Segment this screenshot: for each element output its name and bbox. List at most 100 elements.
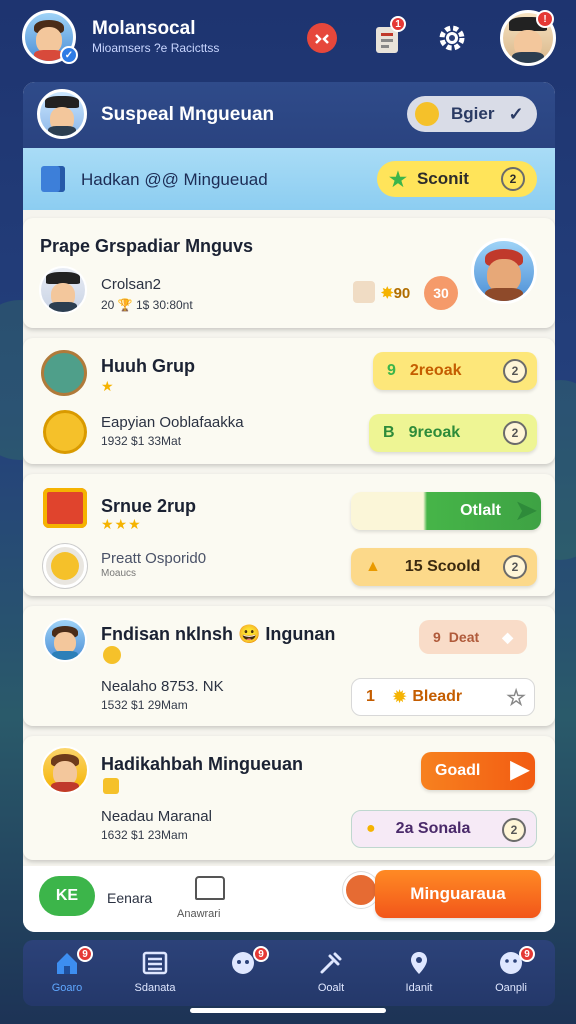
- feature-user-avatar[interactable]: [39, 266, 87, 314]
- group-action-secondary-prefix: B: [383, 424, 395, 441]
- group-action-primary-prefix: 9: [387, 362, 396, 379]
- info-row-pill-label: Sconit: [416, 169, 469, 188]
- group-avatar[interactable]: [43, 618, 87, 662]
- trophy-icon: [353, 281, 375, 303]
- group-action-secondary-label: 9reoak: [408, 424, 461, 441]
- group-card[interactable]: Hadikahbah Mingueuan Neadau Maranal 1632…: [23, 736, 555, 860]
- notification-badge: 1: [390, 16, 406, 32]
- group-action-primary-label: Goadl: [435, 762, 481, 779]
- group-sub-title: Preatt Osporid0: [101, 550, 207, 567]
- emoji-icon: [43, 544, 87, 588]
- group-title: Huuh Grup: [101, 356, 195, 376]
- profile-badge: !: [536, 10, 554, 28]
- tab-list[interactable]: Sdanata: [115, 948, 195, 1002]
- app-subtitle: Mioamsers ?e Racicttss: [92, 41, 220, 55]
- app-title: Molansocal: [92, 18, 196, 39]
- feature-character-avatar[interactable]: [471, 238, 537, 304]
- bell-icon: ●: [366, 820, 376, 837]
- cta-button[interactable]: Minguaraua: [375, 870, 541, 918]
- book-icon: [41, 166, 65, 192]
- tab-location[interactable]: Idanit: [379, 948, 459, 1002]
- group-sub-title: Neadau Maranal: [101, 808, 212, 825]
- star-icon: ★: [389, 168, 407, 191]
- tab-label: Ooalt: [317, 982, 345, 994]
- check-icon: ✓: [508, 103, 524, 124]
- medal-icon: [103, 646, 121, 664]
- feature-user-meta: 20 🏆 1$ 30:80nt: [101, 298, 193, 312]
- group-title: Srnue 2rup: [101, 496, 197, 516]
- group-action-primary-label: Otlalt: [460, 502, 501, 519]
- sun-icon: ✹: [392, 689, 407, 706]
- profile-row: Suspeal Mngueuan Bgier ✓: [23, 82, 555, 148]
- info-row-title: Hadkan @@ Mingueuad: [81, 170, 268, 189]
- ke-badge[interactable]: KE: [39, 876, 95, 916]
- profile-row-pill[interactable]: Bgier ✓: [407, 96, 537, 132]
- gear-icon[interactable]: [434, 20, 470, 56]
- tab-label: Goaro: [51, 982, 83, 994]
- feature-card[interactable]: Prape Grspadiar Mnguvs Crolsan2 20 🏆 1$ …: [23, 218, 555, 328]
- group-action-primary-prefix: 9: [433, 629, 441, 645]
- row-avatar[interactable]: [37, 89, 87, 139]
- group-action-secondary-label: Bleadr: [412, 688, 463, 705]
- group-sub-meta: Moaucs: [101, 568, 137, 579]
- basket-icon: [41, 350, 87, 396]
- rating-stars: ★★★: [101, 516, 142, 532]
- verified-icon: ✓: [60, 46, 78, 64]
- rating-stars: ★: [101, 378, 115, 394]
- feature-points-value: 90: [393, 285, 411, 302]
- group-card[interactable]: Srnue 2rup ★★★ Preatt Osporid0 Moaucs Ot…: [23, 474, 555, 596]
- tab-profile[interactable]: Oanpli: [471, 948, 551, 1002]
- group-action-secondary-label: 15 Scoold: [404, 558, 481, 575]
- clock-icon: 2: [503, 359, 527, 383]
- group-action-primary[interactable]: Otlalt ➤: [351, 492, 541, 530]
- tag-icon: ◆: [502, 628, 513, 645]
- feature-level-badge: 30: [424, 276, 458, 310]
- group-action-secondary[interactable]: 1 ✹ Bleadr ☆: [351, 678, 535, 716]
- tab-label: Sdanata: [134, 982, 176, 994]
- gift-box-icon: [43, 488, 87, 528]
- bottom-action-bar: KE Eenara Anawrari Minguaraua: [23, 866, 555, 932]
- profile-row-pill-label: Bgier: [451, 104, 495, 123]
- group-action-secondary[interactable]: ▲ 15 Scoold 2: [351, 548, 537, 586]
- group-action-primary[interactable]: Goadl ▶: [421, 752, 535, 790]
- tab-badge: 9: [519, 946, 535, 962]
- group-action-primary[interactable]: 9 2reoak 2: [373, 352, 537, 390]
- tab-home[interactable]: Goaro: [27, 948, 107, 1002]
- list-icon: [140, 948, 170, 978]
- feature-user-name: Crolsan2: [101, 276, 162, 293]
- group-sub-meta: 1932 $1 33Mat: [101, 434, 182, 448]
- clock-icon: 2: [503, 555, 527, 579]
- clock-icon: 2: [501, 167, 525, 191]
- coin-icon: ✸: [381, 285, 394, 302]
- group-action-secondary[interactable]: ● 2a Sonala 2: [351, 810, 537, 848]
- arrow-right-icon: ▶: [510, 756, 529, 783]
- group-title: Fndisan nklnsh 😀 Ingunan: [101, 624, 336, 644]
- group-action-primary-label: Deat: [448, 629, 480, 645]
- home-indicator[interactable]: [190, 1008, 386, 1013]
- group-action-secondary[interactable]: B 9reoak 2: [369, 414, 537, 452]
- coin-icon: [415, 102, 439, 126]
- app-header: ✓ Molansocal Mioamsers ?e Racicttss 1 !: [0, 0, 576, 78]
- tab-bar: Goaro 9 Sdanata 9 Ooalt Idanit Oanpli 9: [23, 940, 555, 1006]
- group-sub-title: Eapyian Ooblafaakka: [101, 414, 244, 431]
- group-avatar[interactable]: [41, 746, 89, 794]
- tab-badge: 9: [77, 946, 93, 962]
- alert-icon[interactable]: [304, 20, 340, 56]
- feature-points: ✸90: [381, 284, 410, 302]
- cta-button-label: Minguaraua: [410, 884, 506, 903]
- party-icon: [343, 872, 379, 908]
- gold-coins-icon: [43, 410, 87, 454]
- tab-badge: 9: [253, 946, 269, 962]
- group-sub-title: Nealaho 8753. NK: [101, 678, 224, 695]
- clock-icon: 2: [502, 818, 526, 842]
- info-row-pill[interactable]: ★ Sconit 2: [377, 161, 537, 197]
- tab-tools[interactable]: Ooalt: [291, 948, 371, 1002]
- trophy-icon: [103, 778, 119, 794]
- group-card[interactable]: Huuh Grup ★ Eapyian Ooblafaakka 1932 $1 …: [23, 338, 555, 464]
- shirt-icon[interactable]: [195, 876, 225, 900]
- tab-chat[interactable]: [203, 948, 283, 1002]
- bottom-label-2: Anawrari: [177, 908, 221, 920]
- group-action-primary[interactable]: 9 Deat ◆: [419, 620, 527, 654]
- group-action-secondary-prefix: 1: [366, 688, 375, 705]
- group-card[interactable]: Fndisan nklnsh 😀 Ingunan Nealaho 8753. N…: [23, 606, 555, 726]
